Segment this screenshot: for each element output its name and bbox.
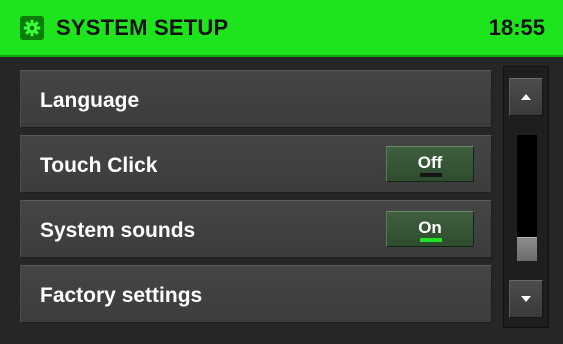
scroll-up-button[interactable] — [509, 78, 543, 116]
system-setup-screen: SYSTEM SETUP 18:55 Language Touch Click … — [0, 0, 563, 344]
clock: 18:55 — [488, 15, 545, 40]
arrow-down-icon — [521, 296, 531, 302]
menu-item-label: Touch Click — [40, 154, 158, 177]
menu-item-factory-settings[interactable]: Factory settings — [20, 265, 492, 323]
toggle-indicator — [420, 238, 442, 242]
scrollbar-track[interactable] — [517, 135, 537, 261]
settings-gear-icon — [20, 16, 44, 40]
toggle-indicator — [420, 173, 442, 177]
menu-item-language[interactable]: Language — [20, 70, 492, 128]
toggle-label: Off — [417, 153, 443, 172]
scrollbar[interactable] — [503, 66, 549, 328]
header-bar: SYSTEM SETUP 18:55 — [0, 0, 563, 57]
scroll-down-button[interactable] — [509, 280, 543, 318]
toggle-label: On — [418, 218, 442, 237]
system-sounds-toggle[interactable]: On — [386, 211, 474, 247]
menu-item-touch-click[interactable]: Touch Click Off — [20, 135, 492, 193]
menu-item-label: Factory settings — [40, 284, 203, 307]
menu-item-system-sounds[interactable]: System sounds On — [20, 200, 492, 258]
page-title: SYSTEM SETUP — [56, 15, 229, 40]
touch-click-toggle[interactable]: Off — [386, 146, 474, 182]
arrow-up-icon — [521, 94, 531, 100]
menu-item-label: Language — [40, 89, 140, 112]
scrollbar-thumb[interactable] — [517, 237, 537, 261]
menu-item-label: System sounds — [40, 219, 196, 242]
